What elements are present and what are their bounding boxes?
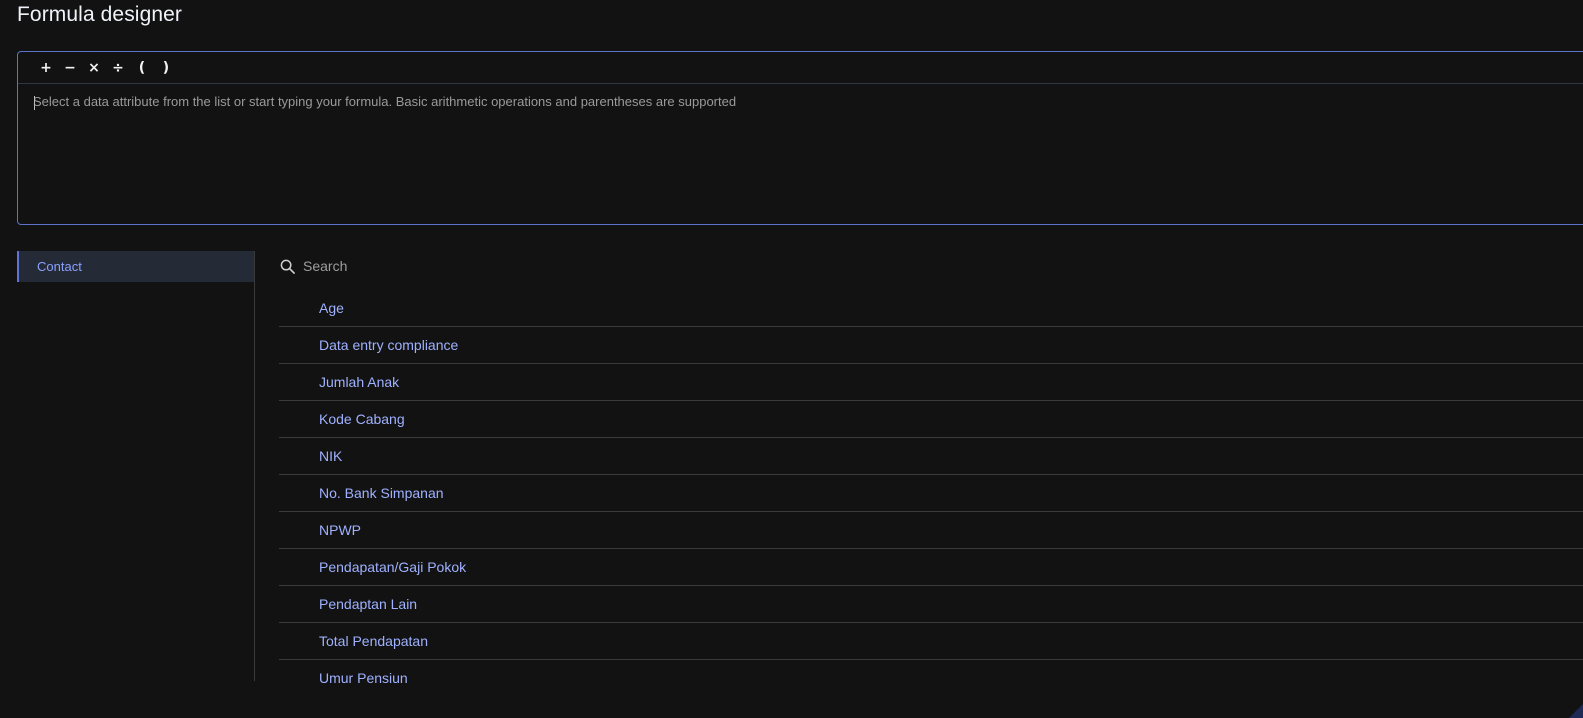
minus-button[interactable]: − (58, 56, 82, 80)
open-paren-button[interactable]: ( (130, 56, 154, 80)
divide-button[interactable]: ÷ (106, 56, 130, 80)
corner-accent (1569, 704, 1583, 718)
attribute-item-pendaptan-lain[interactable]: Pendaptan Lain (279, 586, 1583, 623)
sidebar-item-label: Contact (37, 259, 82, 274)
attribute-item-no-bank-simpanan[interactable]: No. Bank Simpanan (279, 475, 1583, 512)
search-input[interactable] (303, 258, 903, 274)
attribute-item-kode-cabang[interactable]: Kode Cabang (279, 401, 1583, 438)
category-sidebar: Contact (17, 251, 255, 681)
formula-input[interactable] (33, 92, 1576, 212)
search-icon (279, 258, 295, 274)
page-title: Formula designer (17, 3, 183, 26)
attribute-list: Age Data entry compliance Jumlah Anak Ko… (279, 290, 1583, 696)
attribute-item-pendapatan-gaji-pokok[interactable]: Pendapatan/Gaji Pokok (279, 549, 1583, 586)
multiply-button[interactable]: × (82, 56, 106, 80)
attribute-item-nik[interactable]: NIK (279, 438, 1583, 475)
close-paren-button[interactable]: ) (154, 56, 178, 80)
plus-button[interactable]: + (34, 56, 58, 80)
attribute-item-age[interactable]: Age (279, 290, 1583, 327)
sidebar-item-contact[interactable]: Contact (17, 251, 254, 282)
attribute-item-jumlah-anak[interactable]: Jumlah Anak (279, 364, 1583, 401)
search-bar (279, 253, 1579, 279)
attribute-item-npwp[interactable]: NPWP (279, 512, 1583, 549)
text-caret (34, 96, 35, 110)
attribute-item-data-entry-compliance[interactable]: Data entry compliance (279, 327, 1583, 364)
operator-toolbar: + − × ÷ ( ) (18, 52, 1583, 84)
attribute-item-total-pendapatan[interactable]: Total Pendapatan (279, 623, 1583, 660)
attribute-item-umur-pensiun[interactable]: Umur Pensiun (279, 660, 1583, 696)
formula-editor: + − × ÷ ( ) (17, 51, 1583, 225)
